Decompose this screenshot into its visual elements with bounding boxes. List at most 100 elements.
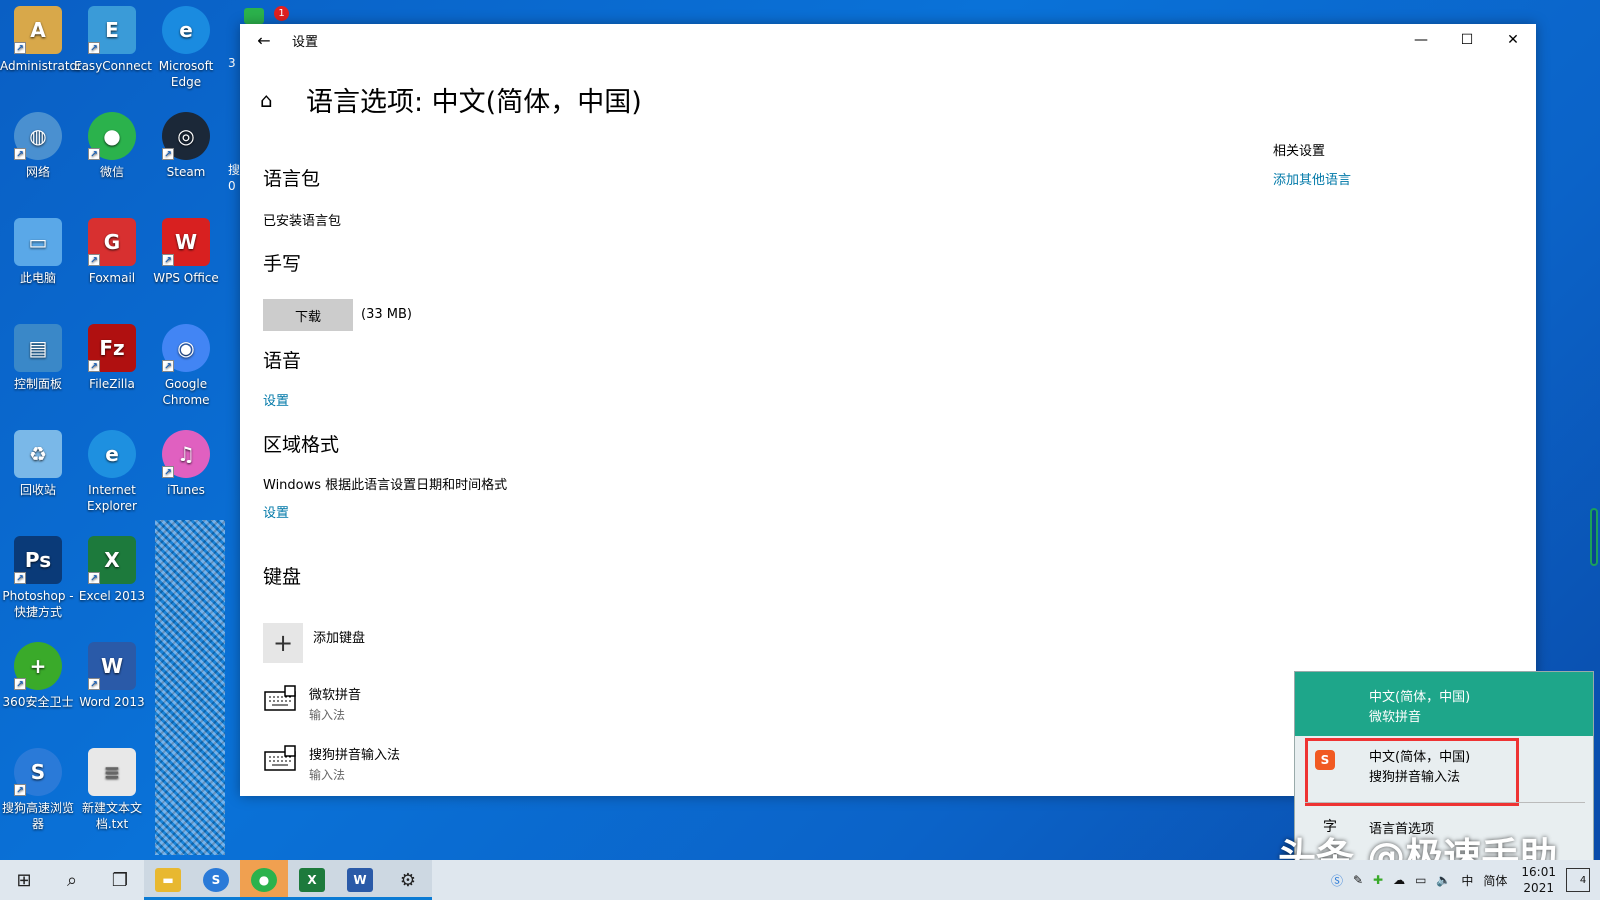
desktop-icon-photoshop[interactable]: Ps ↗ Photoshop - 快捷方式 [0, 536, 76, 620]
start-button[interactable]: ⊞ [0, 860, 48, 900]
regional-description: Windows 根据此语言设置日期和时间格式 [263, 478, 508, 493]
home-icon[interactable]: ⌂ [260, 88, 284, 112]
desktop-icon-ie[interactable]: e Internet Explorer [74, 430, 150, 514]
photoshop-icon: Ps ↗ [14, 536, 62, 584]
clock[interactable]: 16:01 2021 [1521, 864, 1556, 896]
desktop-icon-recycle-bin[interactable]: ♻ 回收站 [0, 430, 76, 498]
section-handwriting-title: 手写 [263, 253, 302, 275]
minimize-button[interactable]: — [1398, 24, 1444, 56]
back-button[interactable]: ← [240, 24, 288, 56]
download-size: (33 MB) [361, 307, 412, 322]
wechat-icon: ● ↗ [88, 112, 136, 160]
desktop-icon-filezilla[interactable]: Fz ↗ FileZilla [74, 324, 150, 392]
desktop-icon-label: 360安全卫士 [2, 695, 74, 709]
tray-app-icon[interactable]: ✎ [1353, 873, 1363, 887]
window-controls: — ☐ ✕ [1398, 24, 1536, 56]
close-button[interactable]: ✕ [1490, 24, 1536, 56]
desktop-icon-easyconnect[interactable]: E ↗ EasyConnect [74, 6, 152, 74]
scroll-indicator [1590, 508, 1598, 566]
desktop-icon-chrome[interactable]: ◉ ↗ Google Chrome [148, 324, 224, 408]
desktop-icon-this-pc[interactable]: ▭ 此电脑 [0, 218, 76, 286]
add-keyboard-button[interactable]: + 添加键盘 [263, 623, 365, 663]
clock-date: 2021 [1523, 881, 1554, 895]
desktop-icon-label: 控制面板 [13, 377, 62, 391]
taskbar-file-explorer[interactable]: ▬ [144, 860, 192, 900]
cloud-icon[interactable]: ☁ [1393, 873, 1405, 887]
desktop-icon-excel[interactable]: X ↗ Excel 2013 [74, 536, 150, 604]
notification-count: 4 [1579, 874, 1587, 886]
clock-time: 16:01 [1521, 865, 1556, 879]
plus-icon: + [263, 623, 303, 663]
tray-360-icon[interactable]: ✚ [1373, 873, 1383, 887]
task-view-icon: ❐ [111, 869, 129, 891]
recycle-bin-icon: ♻ [14, 430, 62, 478]
title-bar: ← 设置 — ☐ ✕ [240, 24, 1536, 56]
volume-icon[interactable]: 🔈 [1436, 873, 1451, 887]
desktop-icon-label: WPS Office [153, 271, 219, 285]
language-pack-status: 已安装语言包 [263, 214, 342, 229]
task-view-button[interactable]: ❐ [96, 860, 144, 900]
related-settings: 相关设置 添加其他语言 [1273, 140, 1351, 188]
desktop-icon-steam[interactable]: ◎ ↗ Steam [148, 112, 224, 180]
word-icon: W [347, 868, 373, 892]
desktop-icon-word[interactable]: W ↗ Word 2013 [74, 642, 150, 710]
taskbar-excel[interactable]: X [288, 860, 336, 900]
system-tray: Ⓢ ✎ ✚ ☁ ▭ 🔈 中 简体 16:01 2021 4 [1321, 860, 1590, 900]
desktop-icon-360[interactable]: + ↗ 360安全卫士 [0, 642, 76, 710]
desktop-icon-sogou-browser[interactable]: S ↗ 搜狗高速浏览器 [0, 748, 76, 832]
network-tray-icon[interactable]: ▭ [1415, 873, 1426, 887]
folder-icon: ▬ [155, 868, 181, 892]
search-button[interactable]: ⌕ [48, 860, 96, 900]
flyout-separator [1305, 802, 1585, 803]
desktop-icon-label: 网络 [25, 165, 50, 179]
taskbar-sogou-browser[interactable]: S [192, 860, 240, 900]
desktop-icon-label: 此电脑 [19, 271, 56, 285]
speech-settings-link[interactable]: 设置 [263, 390, 289, 409]
desktop-icon-edge[interactable]: e Microsoft Edge [148, 6, 224, 90]
search-icon: ⌕ [66, 869, 78, 891]
keyboard-icon [264, 685, 296, 711]
section-speech-title: 语音 [263, 350, 302, 372]
add-language-link[interactable]: 添加其他语言 [1273, 169, 1351, 188]
desktop-icon-label: Word 2013 [79, 695, 145, 709]
partial-icon-label: 搜0 [228, 163, 241, 193]
keyboard-item-name: 搜狗拼音输入法 [309, 748, 401, 763]
desktop-icon-administrator[interactable]: A ↗ Administrator [0, 6, 82, 74]
regional-settings-link[interactable]: 设置 [263, 502, 289, 521]
maximize-button[interactable]: ☐ [1444, 24, 1490, 56]
taskbar-word[interactable]: W [336, 860, 384, 900]
easyconnect-icon: E ↗ [88, 6, 136, 54]
sogou-tray-icon[interactable]: Ⓢ [1331, 872, 1343, 889]
ime-indicator[interactable]: 中 [1461, 872, 1473, 889]
pixelated-icons-area [155, 520, 225, 855]
desktop-icon-label: Photoshop - 快捷方式 [2, 589, 74, 619]
top-notification-badge: 1 [244, 6, 289, 24]
related-settings-title: 相关设置 [1273, 144, 1326, 159]
badge-count: 1 [274, 6, 289, 21]
sogou-browser-icon: S ↗ [14, 748, 62, 796]
taskbar-settings[interactable]: ⚙ [384, 860, 432, 900]
desktop-icon-label: FileZilla [89, 377, 135, 391]
close-icon: ✕ [1507, 32, 1519, 48]
page-title: 语言选项: 中文(简体，中国) [306, 87, 642, 118]
desktop-icon-network[interactable]: ◍ ↗ 网络 [0, 112, 76, 180]
chrome-icon: ◉ ↗ [162, 324, 210, 372]
keyboard-item-sogou-pinyin[interactable]: 搜狗拼音输入法 输入法 [263, 744, 400, 783]
keyboard-item-microsoft-pinyin[interactable]: 微软拼音 输入法 [263, 684, 361, 723]
desktop-icon-label: Google Chrome [162, 377, 210, 407]
taskbar-wechat[interactable]: ● [240, 860, 288, 900]
desktop-icon-text-file[interactable]: ≡ 新建文本文档.txt [74, 748, 150, 832]
flyout-option-microsoft-pinyin[interactable]: 中文(简体，中国) 微软拼音 [1295, 672, 1593, 736]
desktop-icon-itunes[interactable]: ♫ ↗ iTunes [148, 430, 224, 498]
ime-mode[interactable]: 简体 [1483, 872, 1507, 889]
desktop-icon-control-panel[interactable]: ▤ 控制面板 [0, 324, 76, 392]
notification-center-button[interactable]: 4 [1566, 868, 1590, 892]
desktop-icon-wps[interactable]: W ↗ WPS Office [148, 218, 224, 286]
ie-icon: e [88, 430, 136, 478]
desktop-icon-label: 搜狗高速浏览器 [1, 801, 74, 831]
desktop-icon-wechat[interactable]: ● ↗ 微信 [74, 112, 150, 180]
download-button[interactable]: 下载 [263, 299, 353, 331]
desktop-icon-foxmail[interactable]: G ↗ Foxmail [74, 218, 150, 286]
itunes-icon: ♫ ↗ [162, 430, 210, 478]
keyboard-item-type: 输入法 [309, 768, 346, 782]
